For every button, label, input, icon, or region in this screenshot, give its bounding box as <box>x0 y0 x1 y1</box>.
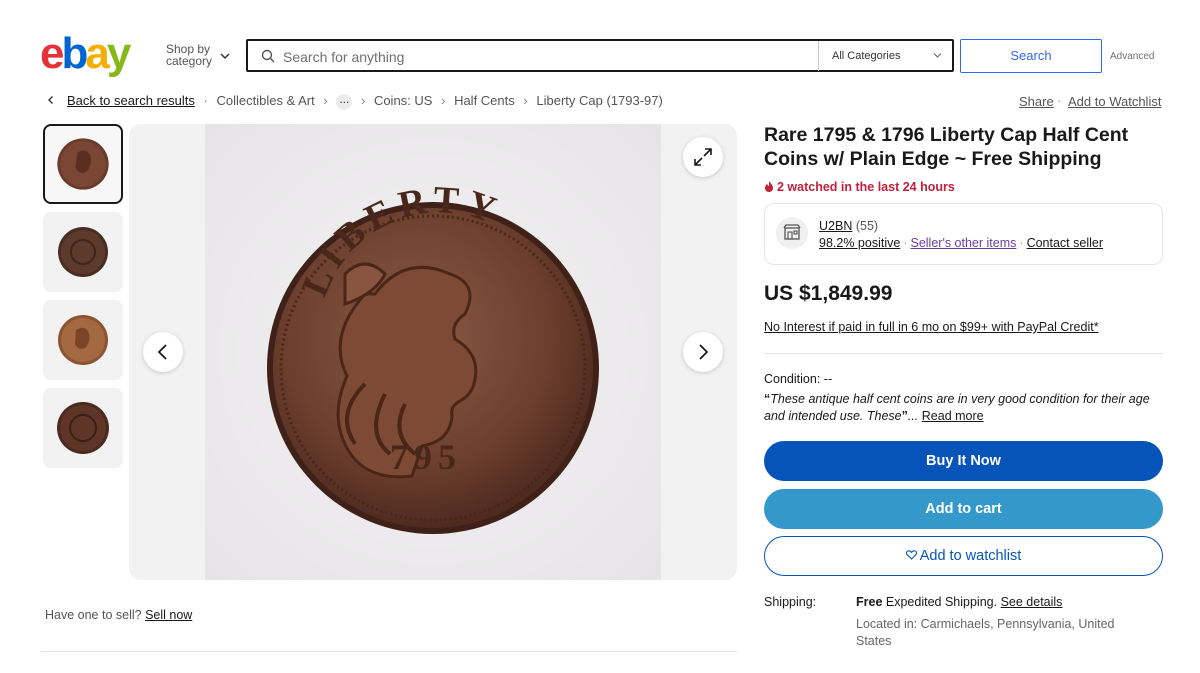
category-label: category <box>166 54 213 68</box>
listing-title: Rare 1795 & 1796 Liberty Cap Half Cent C… <box>764 124 1129 170</box>
seller-info: U2BN (55) <box>819 219 878 233</box>
thumbnail-1[interactable] <box>43 124 123 204</box>
add-to-watchlist-button[interactable]: Add to watchlist <box>764 536 1163 576</box>
add-to-watchlist-label: Add to watchlist <box>919 548 1022 564</box>
breadcrumb: Back to search results · Collectibles & … <box>67 91 663 110</box>
previous-image-button[interactable] <box>143 332 183 372</box>
heart-icon <box>905 550 917 560</box>
thumbnail-4[interactable] <box>43 388 123 468</box>
add-to-cart-button[interactable]: Add to cart <box>764 489 1163 529</box>
buy-it-now-button[interactable]: Buy It Now <box>764 441 1163 481</box>
separator: · <box>1057 93 1062 108</box>
condition-value: -- <box>823 372 833 386</box>
search-icon <box>261 49 275 63</box>
ebay-logo[interactable]: ebay <box>40 29 142 78</box>
contact-seller-link[interactable]: Contact seller <box>1027 236 1103 250</box>
breadcrumb-item[interactable]: Liberty Cap (1793-97) <box>536 93 662 108</box>
seller-name-link[interactable]: U2BN <box>819 219 852 233</box>
thumbnail-3[interactable] <box>43 300 123 380</box>
item-location: Located in: Carmichaels, Pennsylvania, U… <box>856 617 1115 648</box>
svg-text:795: 795 <box>390 437 462 477</box>
feedback-count: (55) <box>855 219 879 233</box>
search-input[interactable] <box>281 45 815 69</box>
breadcrumb-item[interactable]: Half Cents <box>454 93 515 108</box>
chevron-left-icon <box>157 344 167 360</box>
chevron-right-icon <box>699 344 709 360</box>
share-link[interactable]: Share <box>1019 94 1054 109</box>
search-button[interactable]: Search <box>960 39 1102 73</box>
category-select[interactable]: All Categories <box>832 50 900 62</box>
paypal-credit-link[interactable]: No Interest if paid in full in 6 mo on $… <box>764 320 1099 334</box>
breadcrumb-more-icon[interactable]: ... <box>336 93 353 110</box>
flame-icon <box>765 181 773 192</box>
see-details-link[interactable]: See details <box>1001 595 1063 609</box>
chevron-down-icon[interactable] <box>219 50 231 62</box>
watched-text: 2 watched in the last 24 hours <box>777 180 955 194</box>
sellers-other-items-link[interactable]: Seller's other items <box>910 236 1016 250</box>
breadcrumb-item[interactable]: Collectibles & Art <box>216 93 314 108</box>
positive-feedback-link[interactable]: 98.2% positive <box>819 236 900 250</box>
sell-question: Have one to sell? <box>45 608 142 622</box>
chevron-down-icon[interactable] <box>933 52 942 59</box>
breadcrumb-item[interactable]: Coins: US <box>374 93 433 108</box>
advanced-search-link[interactable]: Advanced <box>1110 51 1154 62</box>
shipping-label: Shipping: <box>764 595 817 609</box>
condition-label: Condition: <box>764 372 821 386</box>
shipping-method: Expedited Shipping. <box>885 595 998 609</box>
divider <box>764 353 1163 354</box>
condition: Condition: -- <box>764 372 832 386</box>
price: US $1,849.99 <box>764 282 893 305</box>
read-more-link[interactable]: Read more <box>922 409 984 423</box>
sell-prompt: Have one to sell? Sell now <box>45 608 192 622</box>
seller-card <box>764 203 1163 265</box>
shipping-free: Free <box>856 595 883 609</box>
watch-count: 2 watched in the last 24 hours <box>764 180 955 194</box>
thumbnail-2[interactable] <box>43 212 123 292</box>
add-to-watchlist-link[interactable]: Add to Watchlist <box>1068 94 1161 109</box>
store-icon[interactable] <box>776 217 808 249</box>
back-to-results-link[interactable]: Back to search results <box>67 93 195 108</box>
svg-text:ebay: ebay <box>40 34 132 78</box>
sell-now-link[interactable]: Sell now <box>145 608 192 622</box>
shop-by-category[interactable]: Shop by category <box>166 43 212 67</box>
search-divider <box>818 41 819 71</box>
coin-photo[interactable]: LIBERTY 795 <box>205 124 661 580</box>
seller-links: 98.2% positive · Seller's other items · Cont… <box>819 236 1103 250</box>
next-image-button[interactable] <box>683 332 723 372</box>
shipping-value: Free Expedited Shipping. See details <box>856 595 1062 609</box>
condition-description: “These antique half cent coins are in ve… <box>764 392 1150 423</box>
expand-icon <box>694 148 712 166</box>
divider <box>41 651 737 652</box>
chevron-left-icon[interactable] <box>46 95 56 105</box>
expand-image-button[interactable] <box>683 137 723 177</box>
